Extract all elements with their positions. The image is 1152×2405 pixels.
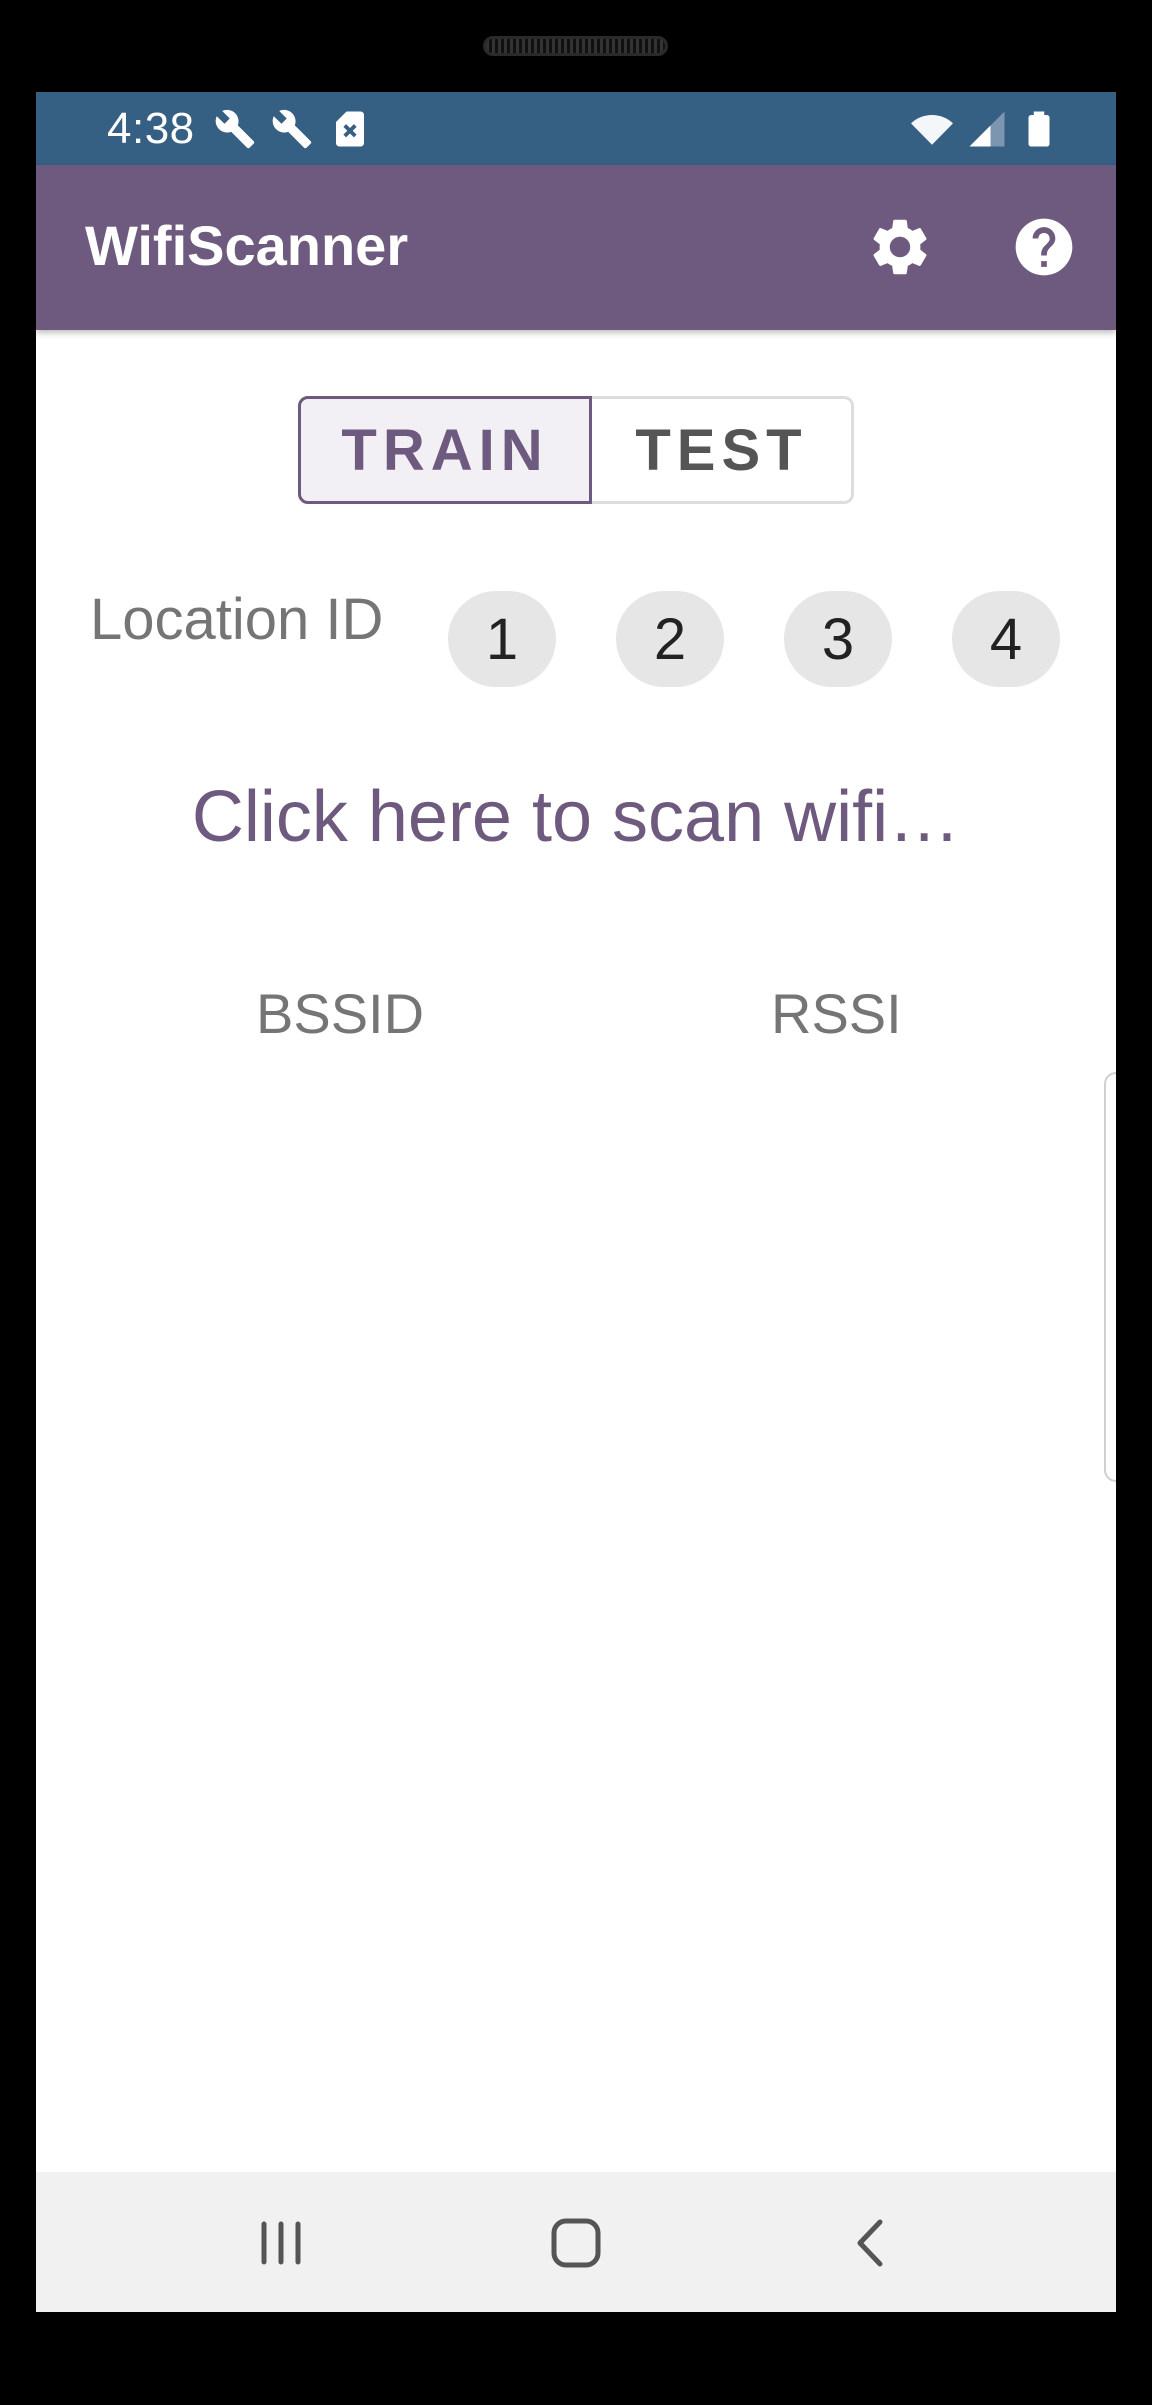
bssid-column-header: BSSID — [256, 982, 425, 1045]
test-toggle-button[interactable]: TEST — [592, 396, 854, 504]
status-time: 4:38 — [107, 104, 195, 153]
mode-toggle: TRAIN TEST — [298, 396, 854, 504]
location-chip-3[interactable]: 3 — [784, 591, 892, 687]
location-chip-2[interactable]: 2 — [616, 591, 724, 687]
scan-wifi-button[interactable]: Click here to scan wifi… — [36, 777, 1116, 857]
screen: 4:38 WifiScanner TRAIN TEST Location ID … — [36, 92, 1116, 2312]
phone-frame: 4:38 WifiScanner TRAIN TEST Location ID … — [0, 0, 1152, 2405]
train-toggle-button[interactable]: TRAIN — [298, 396, 592, 504]
back-icon[interactable] — [836, 2208, 906, 2278]
wrench-icon — [271, 108, 313, 150]
status-bar: 4:38 — [36, 92, 1116, 165]
location-id-label: Location ID — [90, 587, 384, 652]
wifi-icon — [911, 108, 953, 150]
edge-panel-handle[interactable] — [1104, 1072, 1116, 1482]
location-chip-4[interactable]: 4 — [952, 591, 1060, 687]
home-icon[interactable] — [541, 2208, 611, 2278]
app-bar: WifiScanner — [36, 165, 1116, 330]
help-icon[interactable] — [1010, 213, 1078, 281]
battery-icon — [1018, 108, 1060, 150]
settings-icon[interactable] — [866, 213, 934, 281]
sim-error-icon — [329, 108, 371, 150]
recent-apps-icon[interactable] — [246, 2208, 316, 2278]
app-title: WifiScanner — [85, 214, 409, 277]
wrench-icon — [214, 108, 256, 150]
signal-icon — [966, 108, 1008, 150]
navigation-bar — [36, 2172, 1116, 2312]
rssi-column-header: RSSI — [771, 982, 902, 1045]
earpiece-speaker — [483, 36, 668, 56]
location-chip-1[interactable]: 1 — [448, 591, 556, 687]
